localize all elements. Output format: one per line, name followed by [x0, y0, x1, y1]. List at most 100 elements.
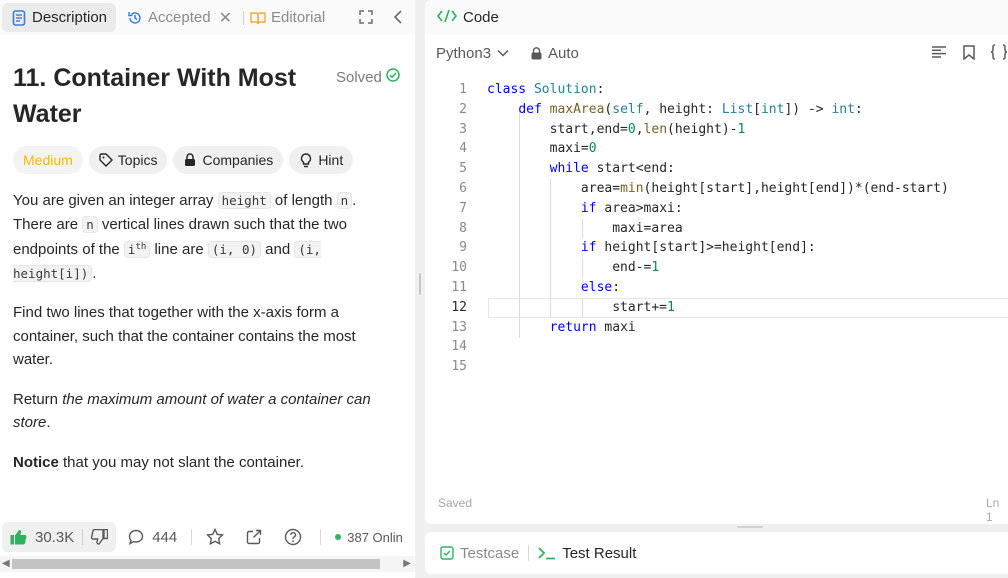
code-line[interactable]: 15: [425, 357, 1008, 377]
scrollbar-thumb[interactable]: [12, 559, 380, 569]
bookmark-icon[interactable]: [960, 43, 978, 61]
code-line[interactable]: 8 maxi=area: [425, 219, 1008, 239]
action-bar: 30.3K 444 387 Onlin: [0, 520, 415, 554]
external-link-icon: [247, 529, 262, 545]
dislike-button[interactable]: [91, 529, 109, 545]
code-text: start,end=0,len(height)-1: [487, 121, 746, 137]
difficulty-badge: Medium: [13, 146, 83, 174]
comments-button[interactable]: 444: [128, 529, 177, 546]
line-number: 13: [451, 319, 467, 335]
tab-editorial[interactable]: Editorial: [246, 3, 334, 32]
code-line[interactable]: 11 else:: [425, 278, 1008, 298]
code-line[interactable]: 3 start,end=0,len(height)-1: [425, 120, 1008, 140]
check-circle-icon: [386, 68, 400, 86]
code-line[interactable]: 14: [425, 337, 1008, 357]
tab-testcase[interactable]: Testcase: [440, 545, 519, 562]
tab-testcase-label: Testcase: [460, 544, 520, 562]
comment-icon: [128, 529, 144, 545]
panel-splitter[interactable]: [415, 0, 425, 578]
thumbs-down-icon: [91, 529, 109, 545]
star-icon: [206, 528, 225, 546]
code-text: return maxi: [549, 319, 636, 335]
vertical-splitter-grip[interactable]: [737, 526, 763, 528]
topics-button[interactable]: Topics: [88, 146, 168, 174]
problem-tags: Medium Topics Companies Hint: [13, 146, 354, 174]
scroll-right-arrow-icon[interactable]: ▶: [403, 558, 411, 569]
solved-status: Solved: [336, 68, 400, 86]
tab-description[interactable]: Description: [2, 3, 117, 32]
code-line[interactable]: 10 end-=1: [425, 258, 1008, 278]
line-number: 6: [459, 181, 467, 196]
code-line[interactable]: 1 class Solution:: [425, 80, 1008, 100]
code-text: while start<end:: [549, 161, 675, 177]
code-text: maxi=area: [487, 220, 683, 236]
line-number: 3: [459, 121, 467, 137]
saved-status: Saved: [438, 496, 473, 510]
like-button[interactable]: 30.3K: [10, 529, 74, 546]
code-text: area=min(height[start],height[end])*(end…: [487, 181, 949, 196]
code-line[interactable]: 2 def maxArea(self, height: List[int]) -…: [425, 100, 1008, 120]
format-icon[interactable]: [930, 43, 948, 61]
code-text: if area>maxi:: [580, 200, 683, 216]
code-line[interactable]: 13 return maxi: [425, 318, 1008, 338]
code-text: end-=1: [487, 260, 660, 276]
checkbox-icon: [440, 546, 454, 560]
code-text: def maxArea(self, height: List[int]) -> …: [518, 101, 863, 117]
left-tabbar: Description Accepted ✕ Editorial: [0, 0, 415, 35]
problem-description: You are given an integer array height of…: [13, 189, 393, 490]
help-circle-icon: [285, 528, 302, 546]
code-line[interactable]: 12 start+=1: [425, 298, 1008, 318]
companies-button[interactable]: Companies: [173, 146, 284, 174]
left-tab-controls: [357, 8, 407, 26]
line-number: 5: [459, 161, 467, 177]
line-number: 15: [451, 359, 467, 375]
close-icon[interactable]: ✕: [219, 8, 232, 28]
auto-mode[interactable]: Auto: [531, 45, 579, 62]
editor-status-bar: Saved Ln 1: [425, 496, 1008, 524]
tab-editorial-label: Editorial: [270, 9, 326, 26]
horizontal-scrollbar[interactable]: ◀ ▶: [0, 556, 415, 572]
code-line[interactable]: 9 if height[start]>=height[end]:: [425, 238, 1008, 258]
code-line[interactable]: 7 if area>maxi:: [425, 199, 1008, 219]
code-line[interactable]: 4 maxi=0: [425, 139, 1008, 159]
tab-accepted[interactable]: Accepted ✕: [118, 3, 241, 32]
tab-test-result-label: Test Result: [562, 544, 637, 562]
tab-test-result[interactable]: Test Result: [538, 545, 636, 562]
hint-button[interactable]: Hint: [289, 146, 354, 174]
braces-icon[interactable]: [990, 43, 1008, 61]
description-paragraph: You are given an integer array height of…: [13, 192, 357, 282]
maximize-icon[interactable]: [357, 8, 375, 26]
companies-label: Companies: [202, 152, 274, 168]
editor-tools: [930, 43, 1008, 61]
favorite-button[interactable]: [206, 528, 225, 546]
online-dot: [335, 534, 342, 540]
comment-count: 444: [152, 528, 178, 546]
like-count: 30.3K: [35, 528, 75, 546]
code-line[interactable]: 6 area=min(height[start],height[end])*(e…: [425, 179, 1008, 199]
scroll-left-arrow-icon[interactable]: ◀: [2, 558, 10, 569]
line-number: 11: [451, 280, 467, 295]
language-select[interactable]: Python3: [436, 45, 509, 62]
chevron-left-icon[interactable]: [389, 8, 407, 26]
hint-label: Hint: [318, 152, 344, 168]
splitter-grip[interactable]: [419, 273, 421, 295]
cursor-position: Ln 1: [986, 496, 1000, 524]
code-line[interactable]: 5 while start<end:: [425, 159, 1008, 179]
help-button[interactable]: [284, 528, 302, 546]
online-count: 387 Onlin: [335, 530, 403, 545]
code-editor[interactable]: 1 class Solution: 2 def maxArea(self, heig…: [425, 80, 1008, 380]
line-number: 2: [459, 101, 467, 117]
line-number: 10: [451, 260, 467, 276]
action-separator: [191, 529, 193, 545]
tag-icon: [99, 153, 113, 167]
description-paragraph: Notice that you may not slant the contai…: [13, 453, 304, 471]
vote-separator: [82, 529, 84, 545]
lock-icon: [183, 153, 197, 167]
editor-toolbar: Python3 Auto: [425, 35, 1008, 71]
auto-label: Auto: [548, 44, 579, 62]
thumbs-up-icon: [10, 530, 27, 545]
page-title: 11. Container With Most Water: [13, 64, 297, 128]
code-panel-header: Code: [425, 0, 1008, 35]
line-number: 12: [451, 299, 467, 315]
share-button[interactable]: [246, 529, 262, 545]
